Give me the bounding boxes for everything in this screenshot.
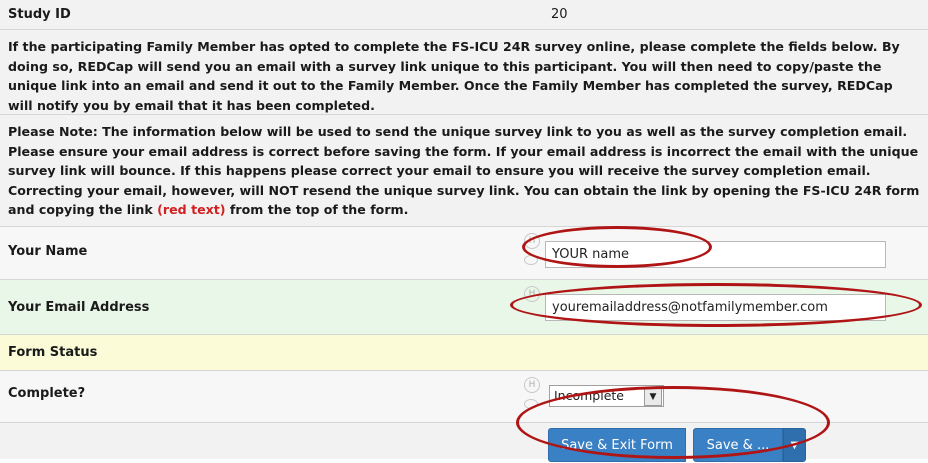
- save-buttons-row: Save & Exit Form Save & ... ▼: [0, 423, 928, 462]
- study-id-row: Study ID 20: [0, 0, 928, 30]
- save-and-more-button[interactable]: Save & ...: [693, 428, 783, 462]
- red-text-note: (red text): [157, 202, 226, 217]
- instructions-text-2-end: from the top of the form.: [225, 202, 409, 217]
- study-id-value: 20: [551, 7, 568, 22]
- your-email-label: Your Email Address: [8, 300, 150, 315]
- form-status-header: Form Status: [8, 345, 98, 360]
- comment-bubble-icon[interactable]: [524, 399, 538, 409]
- your-name-label: Your Name: [8, 244, 88, 259]
- comment-bubble-icon[interactable]: [524, 255, 538, 265]
- caret-down-icon: ▼: [790, 440, 799, 451]
- instructions-row-2: Please Note: The information below will …: [0, 115, 928, 227]
- study-id-label: Study ID: [8, 7, 71, 22]
- chevron-down-icon[interactable]: ▼: [644, 388, 662, 406]
- field-history-icon[interactable]: H: [524, 286, 540, 302]
- instructions-text-1: If the participating Family Member has o…: [8, 39, 900, 113]
- instructions-text-2: Please Note: The information below will …: [0, 115, 928, 220]
- save-exit-form-button[interactable]: Save & Exit Form: [548, 428, 686, 462]
- field-history-icon[interactable]: H: [524, 233, 540, 249]
- complete-status-value: Incomplete: [554, 388, 624, 403]
- complete-label: Complete?: [8, 386, 86, 401]
- complete-row: Complete? H Incomplete ▼: [0, 371, 928, 423]
- your-email-input[interactable]: youremailaddress@notfamilymember.com: [545, 294, 886, 321]
- your-name-input[interactable]: YOUR name: [545, 241, 886, 268]
- field-history-icon[interactable]: H: [524, 377, 540, 393]
- instructions-text-2-main: Please Note: The information below will …: [8, 124, 920, 217]
- complete-status-select[interactable]: Incomplete ▼: [549, 385, 664, 407]
- your-email-row: Your Email Address H youremailaddress@no…: [0, 280, 928, 335]
- save-options-dropdown[interactable]: ▼: [783, 428, 806, 462]
- form-status-header-row: Form Status: [0, 335, 928, 371]
- your-name-row: Your Name H YOUR name: [0, 227, 928, 280]
- instructions-row-1: If the participating Family Member has o…: [0, 30, 928, 115]
